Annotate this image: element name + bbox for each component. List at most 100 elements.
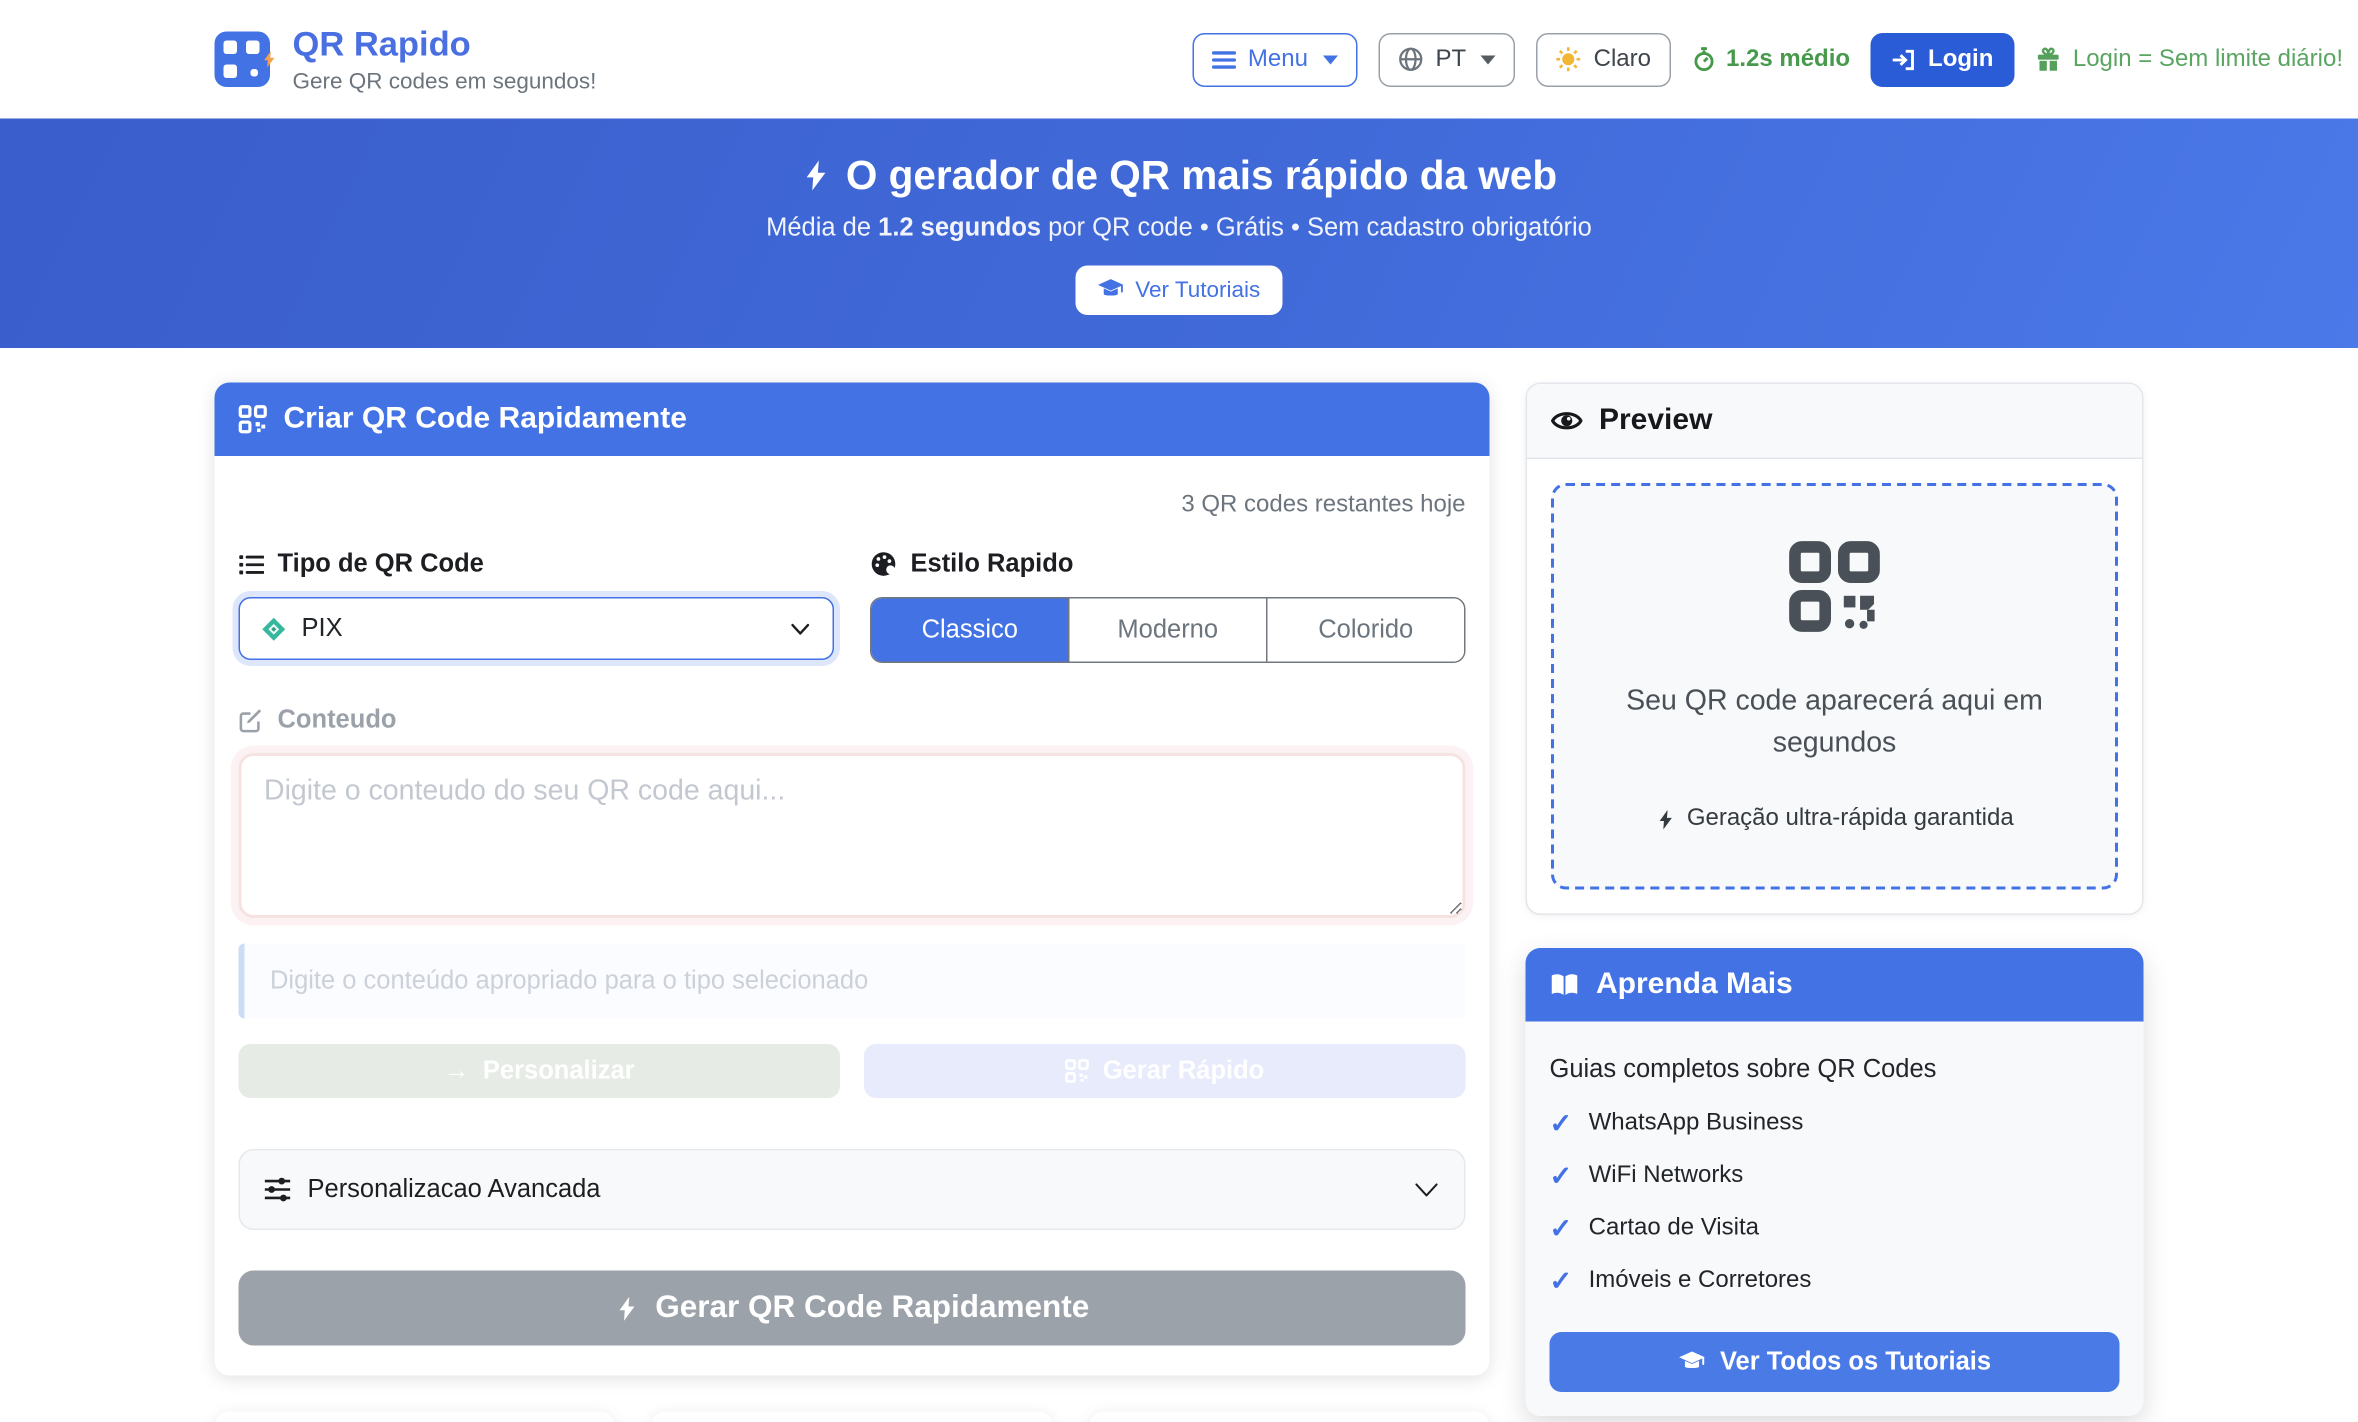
brand-name: QR Rapido xyxy=(293,24,597,65)
style-label-row: Estilo Rapido xyxy=(870,549,1466,579)
check-icon: ✓ xyxy=(1550,1215,1573,1242)
check-icon: ✓ xyxy=(1550,1268,1573,1295)
learn-item-whatsapp[interactable]: ✓ WhatsApp Business xyxy=(1550,1110,2120,1137)
menu-button[interactable]: Menu xyxy=(1192,32,1357,86)
learn-title: Aprenda Mais xyxy=(1596,968,1793,1003)
qr-preview-placeholder: Seu QR code aparecerá aqui em segundos G… xyxy=(1551,483,2118,890)
sidebar-column: Preview Seu QR code aparecerá aqui em se… xyxy=(1526,383,2144,1417)
login-button[interactable]: Login xyxy=(1871,32,2014,86)
style-label: Estilo Rapido xyxy=(911,549,1074,579)
learn-item-wifi[interactable]: ✓ WiFi Networks xyxy=(1550,1163,2120,1190)
check-icon: ✓ xyxy=(1550,1110,1573,1137)
login-promo: Login = Sem limite diário! xyxy=(2035,46,2343,73)
preview-title: Preview xyxy=(1599,404,1712,439)
generator-card-header: Criar QR Code Rapidamente xyxy=(215,383,1490,457)
qr-grid-icon xyxy=(1065,1059,1089,1083)
qr-type-value: PIX xyxy=(302,614,343,644)
speed-badge: 1.2s médio xyxy=(1691,46,1850,73)
style-option-classico[interactable]: Classico xyxy=(872,599,1069,662)
sun-icon xyxy=(1556,47,1582,73)
generator-column: Criar QR Code Rapidamente 3 QR codes res… xyxy=(215,383,1490,1422)
graduation-cap-icon xyxy=(1678,1351,1705,1374)
stopwatch-icon xyxy=(1691,47,1715,73)
preview-card: Preview Seu QR code aparecerá aqui em se… xyxy=(1526,383,2144,916)
hero-title: O gerador de QR mais rápido da web xyxy=(801,152,1557,199)
brand-tagline: Gere QR codes em segundos! xyxy=(293,69,597,95)
globe-icon xyxy=(1398,47,1424,73)
type-label-row: Tipo de QR Code xyxy=(239,549,835,579)
preview-placeholder-text: Seu QR code aparecerá aqui em segundos xyxy=(1605,681,2064,764)
chevron-down-icon xyxy=(1413,1176,1440,1203)
language-selector[interactable]: PT xyxy=(1378,32,1515,86)
generate-button[interactable]: Gerar QR Code Rapidamente xyxy=(239,1271,1466,1346)
advanced-accordion[interactable]: Personalizacao Avancada xyxy=(239,1149,1466,1230)
arrow-right-icon: → xyxy=(444,1056,470,1086)
pencil-square-icon xyxy=(239,707,265,733)
content-label-row: Conteudo xyxy=(239,705,1466,735)
style-option-colorido[interactable]: Colorido xyxy=(1266,599,1464,662)
graduation-cap-icon xyxy=(1098,278,1124,301)
content-textarea[interactable] xyxy=(239,753,1466,918)
style-column: Estilo Rapido Classico Moderno Colorido xyxy=(870,549,1466,663)
learn-body: Guias completos sobre QR Codes ✓ WhatsAp… xyxy=(1526,1022,2144,1417)
palette-icon xyxy=(870,551,897,578)
chevron-down-icon xyxy=(1323,55,1338,64)
style-option-moderno[interactable]: Moderno xyxy=(1068,599,1266,662)
type-style-row: Tipo de QR Code PIX xyxy=(239,549,1466,663)
stat-card-users: 10.5K Usuarios hoje xyxy=(1088,1412,1489,1422)
advanced-label: Personalizacao Avancada xyxy=(308,1175,601,1205)
sliders-icon xyxy=(264,1176,291,1203)
spark-icon xyxy=(261,50,278,70)
theme-toggle-button[interactable]: Claro xyxy=(1537,32,1671,86)
quota-note: 3 QR codes restantes hoje xyxy=(239,492,1466,519)
learn-subtitle: Guias completos sobre QR Codes xyxy=(1550,1055,2120,1085)
quick-generate-button[interactable]: Gerar Rápido xyxy=(864,1044,1466,1098)
action-row: → Personalizar Gerar Rápido xyxy=(239,1044,1466,1098)
learn-more-card: Aprenda Mais Guias completos sobre QR Co… xyxy=(1526,948,2144,1416)
hero-subtitle: Média de 1.2 segundos por QR code • Grát… xyxy=(766,212,1592,242)
type-column: Tipo de QR Code PIX xyxy=(239,549,835,663)
generator-title: Criar QR Code Rapidamente xyxy=(284,402,687,437)
lightning-icon xyxy=(615,1292,639,1324)
header-actions: Menu PT Claro 1.2s médio Login xyxy=(1192,32,2343,86)
view-all-tutorials-button[interactable]: Ver Todos os Tutoriais xyxy=(1550,1332,2120,1392)
hamburger-icon xyxy=(1212,47,1236,71)
lightning-icon xyxy=(1655,806,1675,832)
chevron-down-icon xyxy=(1481,55,1496,64)
qr-logo-icon xyxy=(215,32,271,88)
learn-item-imoveis[interactable]: ✓ Imóveis e Corretores xyxy=(1550,1268,2120,1295)
top-bar: QR Rapido Gere QR codes em segundos! Men… xyxy=(0,0,2358,119)
chevron-down-icon xyxy=(789,617,812,640)
personalize-button[interactable]: → Personalizar xyxy=(239,1044,841,1098)
generator-card: Criar QR Code Rapidamente 3 QR codes res… xyxy=(215,383,1490,1376)
qr-type-select[interactable]: PIX xyxy=(239,597,835,660)
style-button-group: Classico Moderno Colorido xyxy=(870,597,1466,663)
preview-guarantee-note: Geração ultra-rápida garantida xyxy=(1655,806,2013,833)
learn-card-header: Aprenda Mais xyxy=(1526,948,2144,1022)
generator-body: 3 QR codes restantes hoje Tipo de QR Cod… xyxy=(215,456,1490,1376)
stat-card-uptime: 99.9% Disponibilidade xyxy=(651,1412,1052,1422)
brand[interactable]: QR Rapido Gere QR codes em segundos! xyxy=(215,24,597,95)
main-content: Criar QR Code Rapidamente 3 QR codes res… xyxy=(215,383,2144,1422)
list-icon xyxy=(239,551,265,577)
eye-icon xyxy=(1551,405,1583,437)
content-label: Conteudo xyxy=(278,705,397,735)
qr-grid-icon xyxy=(239,405,268,434)
check-icon: ✓ xyxy=(1550,1163,1573,1190)
view-tutorials-button[interactable]: Ver Tutoriais xyxy=(1075,265,1283,315)
gift-icon xyxy=(2035,47,2061,73)
qr-rapido-page: QR Rapido Gere QR codes em segundos! Men… xyxy=(0,0,2358,1422)
learn-item-cartao[interactable]: ✓ Cartao de Visita xyxy=(1550,1215,2120,1242)
content-help-text: Digite o conteúdo apropriado para o tipo… xyxy=(239,944,1466,1019)
pix-icon xyxy=(261,616,287,642)
login-icon xyxy=(1892,47,1916,71)
type-label: Tipo de QR Code xyxy=(278,549,484,579)
preview-body: Seu QR code aparecerá aqui em segundos G… xyxy=(1527,459,2142,914)
open-book-icon xyxy=(1550,972,1580,998)
stat-card-speed: 1.2s Tempo médio xyxy=(215,1412,616,1422)
stats-row: 1.2s Tempo médio 99.9% Disponibilidade 1… xyxy=(215,1412,1490,1422)
preview-card-header: Preview xyxy=(1527,384,2142,459)
qr-code-icon xyxy=(1788,540,1881,633)
lightning-icon xyxy=(801,158,831,194)
hero-banner: O gerador de QR mais rápido da web Média… xyxy=(0,119,2358,349)
